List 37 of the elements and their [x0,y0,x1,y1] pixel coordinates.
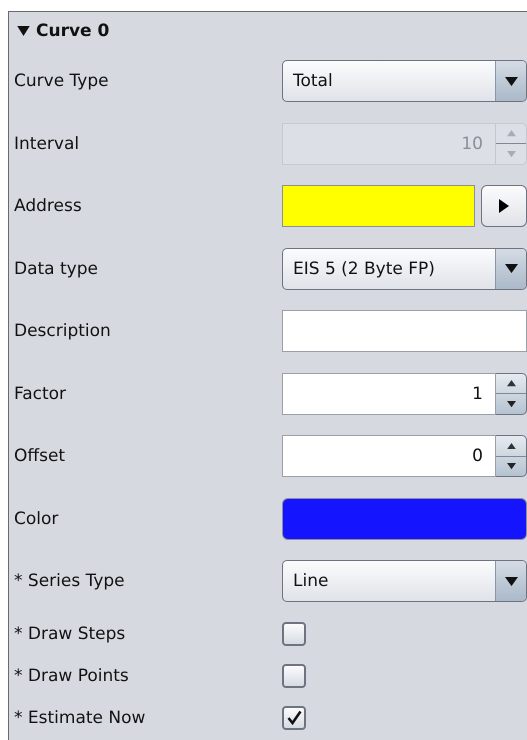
play-icon [499,199,509,214]
field-label: Factor [13,384,68,404]
dropdown[interactable]: Total [282,60,527,102]
field-label: Address [13,196,83,216]
up-arrow-icon [506,442,516,450]
up-arrow-icon [506,380,516,387]
address-field[interactable] [282,185,475,228]
caret-icon [504,576,518,586]
checkbox[interactable] [282,706,306,730]
dropdown[interactable]: EIS 5 (2 Byte FP) [282,248,527,290]
caret-icon [504,76,518,86]
checkbox[interactable] [282,664,306,688]
down-arrow-icon [506,463,516,470]
field-label: Curve Type [13,71,110,92]
up-arrow-icon [506,130,516,137]
number-field[interactable]: 0 [282,435,496,478]
down-arrow-icon [506,150,516,158]
text-field[interactable] [282,310,527,352]
field-label: Color [13,508,60,529]
field-label: * Draw Points [13,666,130,686]
dropdown[interactable]: Line [282,560,527,602]
down-arrow-icon [506,400,516,408]
number-field[interactable]: 1 [282,372,496,415]
expand-arrow-icon [17,26,30,36]
play-button[interactable] [481,185,527,228]
caret-icon [504,264,518,274]
section-header[interactable]: Curve 0 [9,12,110,50]
field-label: Offset [13,446,66,466]
check-icon [286,710,302,725]
field-label: Description [13,321,112,342]
checkbox[interactable] [282,622,306,646]
field-label: * Series Type [13,571,126,592]
field-label: Data type [13,258,99,279]
field-label: Interval [13,134,80,154]
field-label: * Estimate Now [13,708,146,728]
color-swatch[interactable] [282,498,527,540]
field-label: * Draw Steps [13,624,126,644]
